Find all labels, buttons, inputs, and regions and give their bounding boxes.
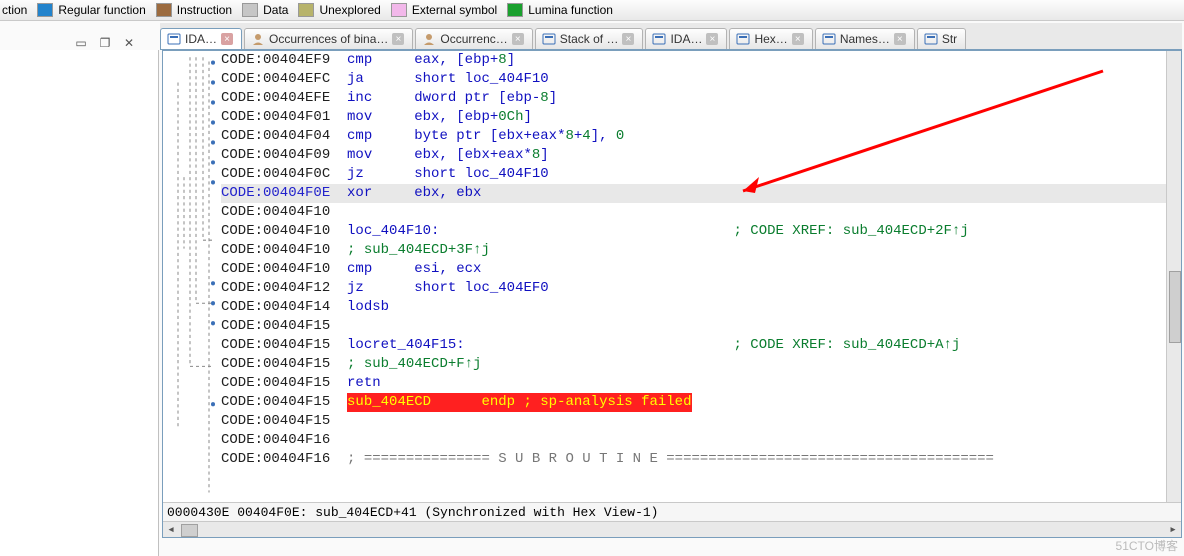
legend-swatch xyxy=(298,3,314,17)
panel-minimize-button[interactable]: ▭ xyxy=(74,36,88,50)
legend-label: Lumina function xyxy=(528,3,613,17)
code-line[interactable]: CODE:00404F04 cmp byte ptr [ebx+eax*8+4]… xyxy=(221,127,1167,146)
tab-label: Occurrences of bina… xyxy=(269,32,388,46)
code-line[interactable]: CODE:00404F15 retn xyxy=(221,374,1167,393)
tab-label: Str xyxy=(942,32,957,46)
person-icon xyxy=(422,32,436,46)
code-line[interactable]: CODE:00404F01 mov ebx, [ebp+0Ch] xyxy=(221,108,1167,127)
code-line[interactable]: CODE:00404F10 loc_404F10: ; CODE XREF: s… xyxy=(221,222,1167,241)
legend-label: ction xyxy=(2,3,27,17)
tab[interactable]: IDA… × xyxy=(160,28,242,49)
tab-close-icon[interactable]: × xyxy=(392,33,404,45)
tab-close-icon[interactable]: × xyxy=(792,33,804,45)
side-panel xyxy=(0,50,159,556)
panel-window-controls: ▭ ❐ ✕ xyxy=(74,36,136,50)
code-line[interactable]: CODE:00404F15 locret_404F15: ; CODE XREF… xyxy=(221,336,1167,355)
legend-swatch xyxy=(242,3,258,17)
tab-label: IDA… xyxy=(185,32,217,46)
legend-label: External symbol xyxy=(412,3,497,17)
tab-close-icon[interactable]: × xyxy=(622,33,634,45)
person-icon xyxy=(251,32,265,46)
legend-item: Regular function xyxy=(37,3,145,17)
tab-label: Hex… xyxy=(754,32,787,46)
code-line[interactable]: CODE:00404F10 ; sub_404ECD+3F↑j xyxy=(221,241,1167,260)
legend-item: External symbol xyxy=(391,3,497,17)
tab-label: IDA… xyxy=(670,32,702,46)
names-icon xyxy=(822,32,836,46)
code-line[interactable]: CODE:00404F0C jz short loc_404F10 xyxy=(221,165,1167,184)
code-line[interactable]: CODE:00404F09 mov ebx, [ebx+eax*8] xyxy=(221,146,1167,165)
stack-icon xyxy=(542,32,556,46)
scroll-right-icon[interactable]: ▸ xyxy=(1165,522,1181,537)
tab[interactable]: Occurrences of bina… × xyxy=(244,28,413,49)
legend-label: Unexplored xyxy=(319,3,380,17)
disassembly-lines[interactable]: CODE:00404EF9 cmp eax, [ebp+8] CODE:0040… xyxy=(221,51,1167,503)
ida-icon xyxy=(167,32,181,46)
tab[interactable]: IDA… × xyxy=(645,28,727,49)
tab-close-icon[interactable]: × xyxy=(512,33,524,45)
legend-item: Instruction xyxy=(156,3,232,17)
watermark: 51CTO博客 xyxy=(1116,537,1178,554)
code-line[interactable]: CODE:00404F15 xyxy=(221,412,1167,431)
panel-restore-button[interactable]: ❐ xyxy=(98,36,112,50)
legend-swatch xyxy=(391,3,407,17)
scroll-left-icon[interactable]: ◂ xyxy=(163,522,179,537)
legend-label: Instruction xyxy=(177,3,232,17)
vertical-scrollbar[interactable] xyxy=(1166,51,1181,503)
legend-bar: ction Regular function Instruction Data Unex… xyxy=(0,0,1184,21)
disassembly-view[interactable]: CODE:00404EF9 cmp eax, [ebp+8] CODE:0040… xyxy=(162,50,1182,538)
tab-close-icon[interactable]: × xyxy=(221,33,233,45)
code-line[interactable]: CODE:00404F0E xor ebx, ebx xyxy=(221,184,1167,203)
tab-close-icon[interactable]: × xyxy=(894,33,906,45)
legend-swatch xyxy=(37,3,53,17)
tab[interactable]: Str xyxy=(917,28,966,49)
hex-icon xyxy=(736,32,750,46)
legend-swatch xyxy=(156,3,172,17)
code-line[interactable]: CODE:00404F15 xyxy=(221,317,1167,336)
code-line[interactable]: CODE:00404F10 xyxy=(221,203,1167,222)
code-line[interactable]: CODE:00404F16 ; =============== S U B R … xyxy=(221,450,1167,469)
status-bar: 0000430E 00404F0E: sub_404ECD+41 (Synchr… xyxy=(163,502,1181,522)
legend-item: ction xyxy=(2,3,27,17)
tab[interactable]: Occurrenc… × xyxy=(415,28,532,49)
legend-swatch xyxy=(507,3,523,17)
legend-item: Unexplored xyxy=(298,3,380,17)
tab-strip: IDA…×Occurrences of bina…×Occurrenc…×Sta… xyxy=(160,23,1182,50)
legend-label: Regular function xyxy=(58,3,145,17)
code-line[interactable]: CODE:00404EF9 cmp eax, [ebp+8] xyxy=(221,51,1167,70)
tab-label: Stack of … xyxy=(560,32,619,46)
code-line[interactable]: CODE:00404F12 jz short loc_404EF0 xyxy=(221,279,1167,298)
legend-label: Data xyxy=(263,3,288,17)
legend-item: Lumina function xyxy=(507,3,613,17)
code-line[interactable]: CODE:00404F14 lodsb xyxy=(221,298,1167,317)
code-line[interactable]: CODE:00404F16 xyxy=(221,431,1167,450)
code-line[interactable]: CODE:00404F10 cmp esi, ecx xyxy=(221,260,1167,279)
tab[interactable]: Stack of …× xyxy=(535,28,644,49)
ida-icon xyxy=(652,32,666,46)
tab-label: Occurrenc… xyxy=(440,32,507,46)
flow-arrow-gutter xyxy=(163,51,219,503)
panel-close-button[interactable]: ✕ xyxy=(122,36,136,50)
legend-item: Data xyxy=(242,3,288,17)
code-line[interactable]: CODE:00404F15 ; sub_404ECD+F↑j xyxy=(221,355,1167,374)
tab-label: Names… xyxy=(840,32,890,46)
code-line[interactable]: CODE:00404F15 sub_404ECD endp ; sp-analy… xyxy=(221,393,1167,412)
code-line[interactable]: CODE:00404EFC ja short loc_404F10 xyxy=(221,70,1167,89)
code-line[interactable]: CODE:00404EFE inc dword ptr [ebp-8] xyxy=(221,89,1167,108)
tab[interactable]: Names… × xyxy=(815,28,915,49)
tab-close-icon[interactable]: × xyxy=(706,33,718,45)
tab[interactable]: Hex… × xyxy=(729,28,812,49)
horizontal-scrollbar[interactable]: ◂ ▸ xyxy=(163,521,1181,537)
str-icon xyxy=(924,32,938,46)
